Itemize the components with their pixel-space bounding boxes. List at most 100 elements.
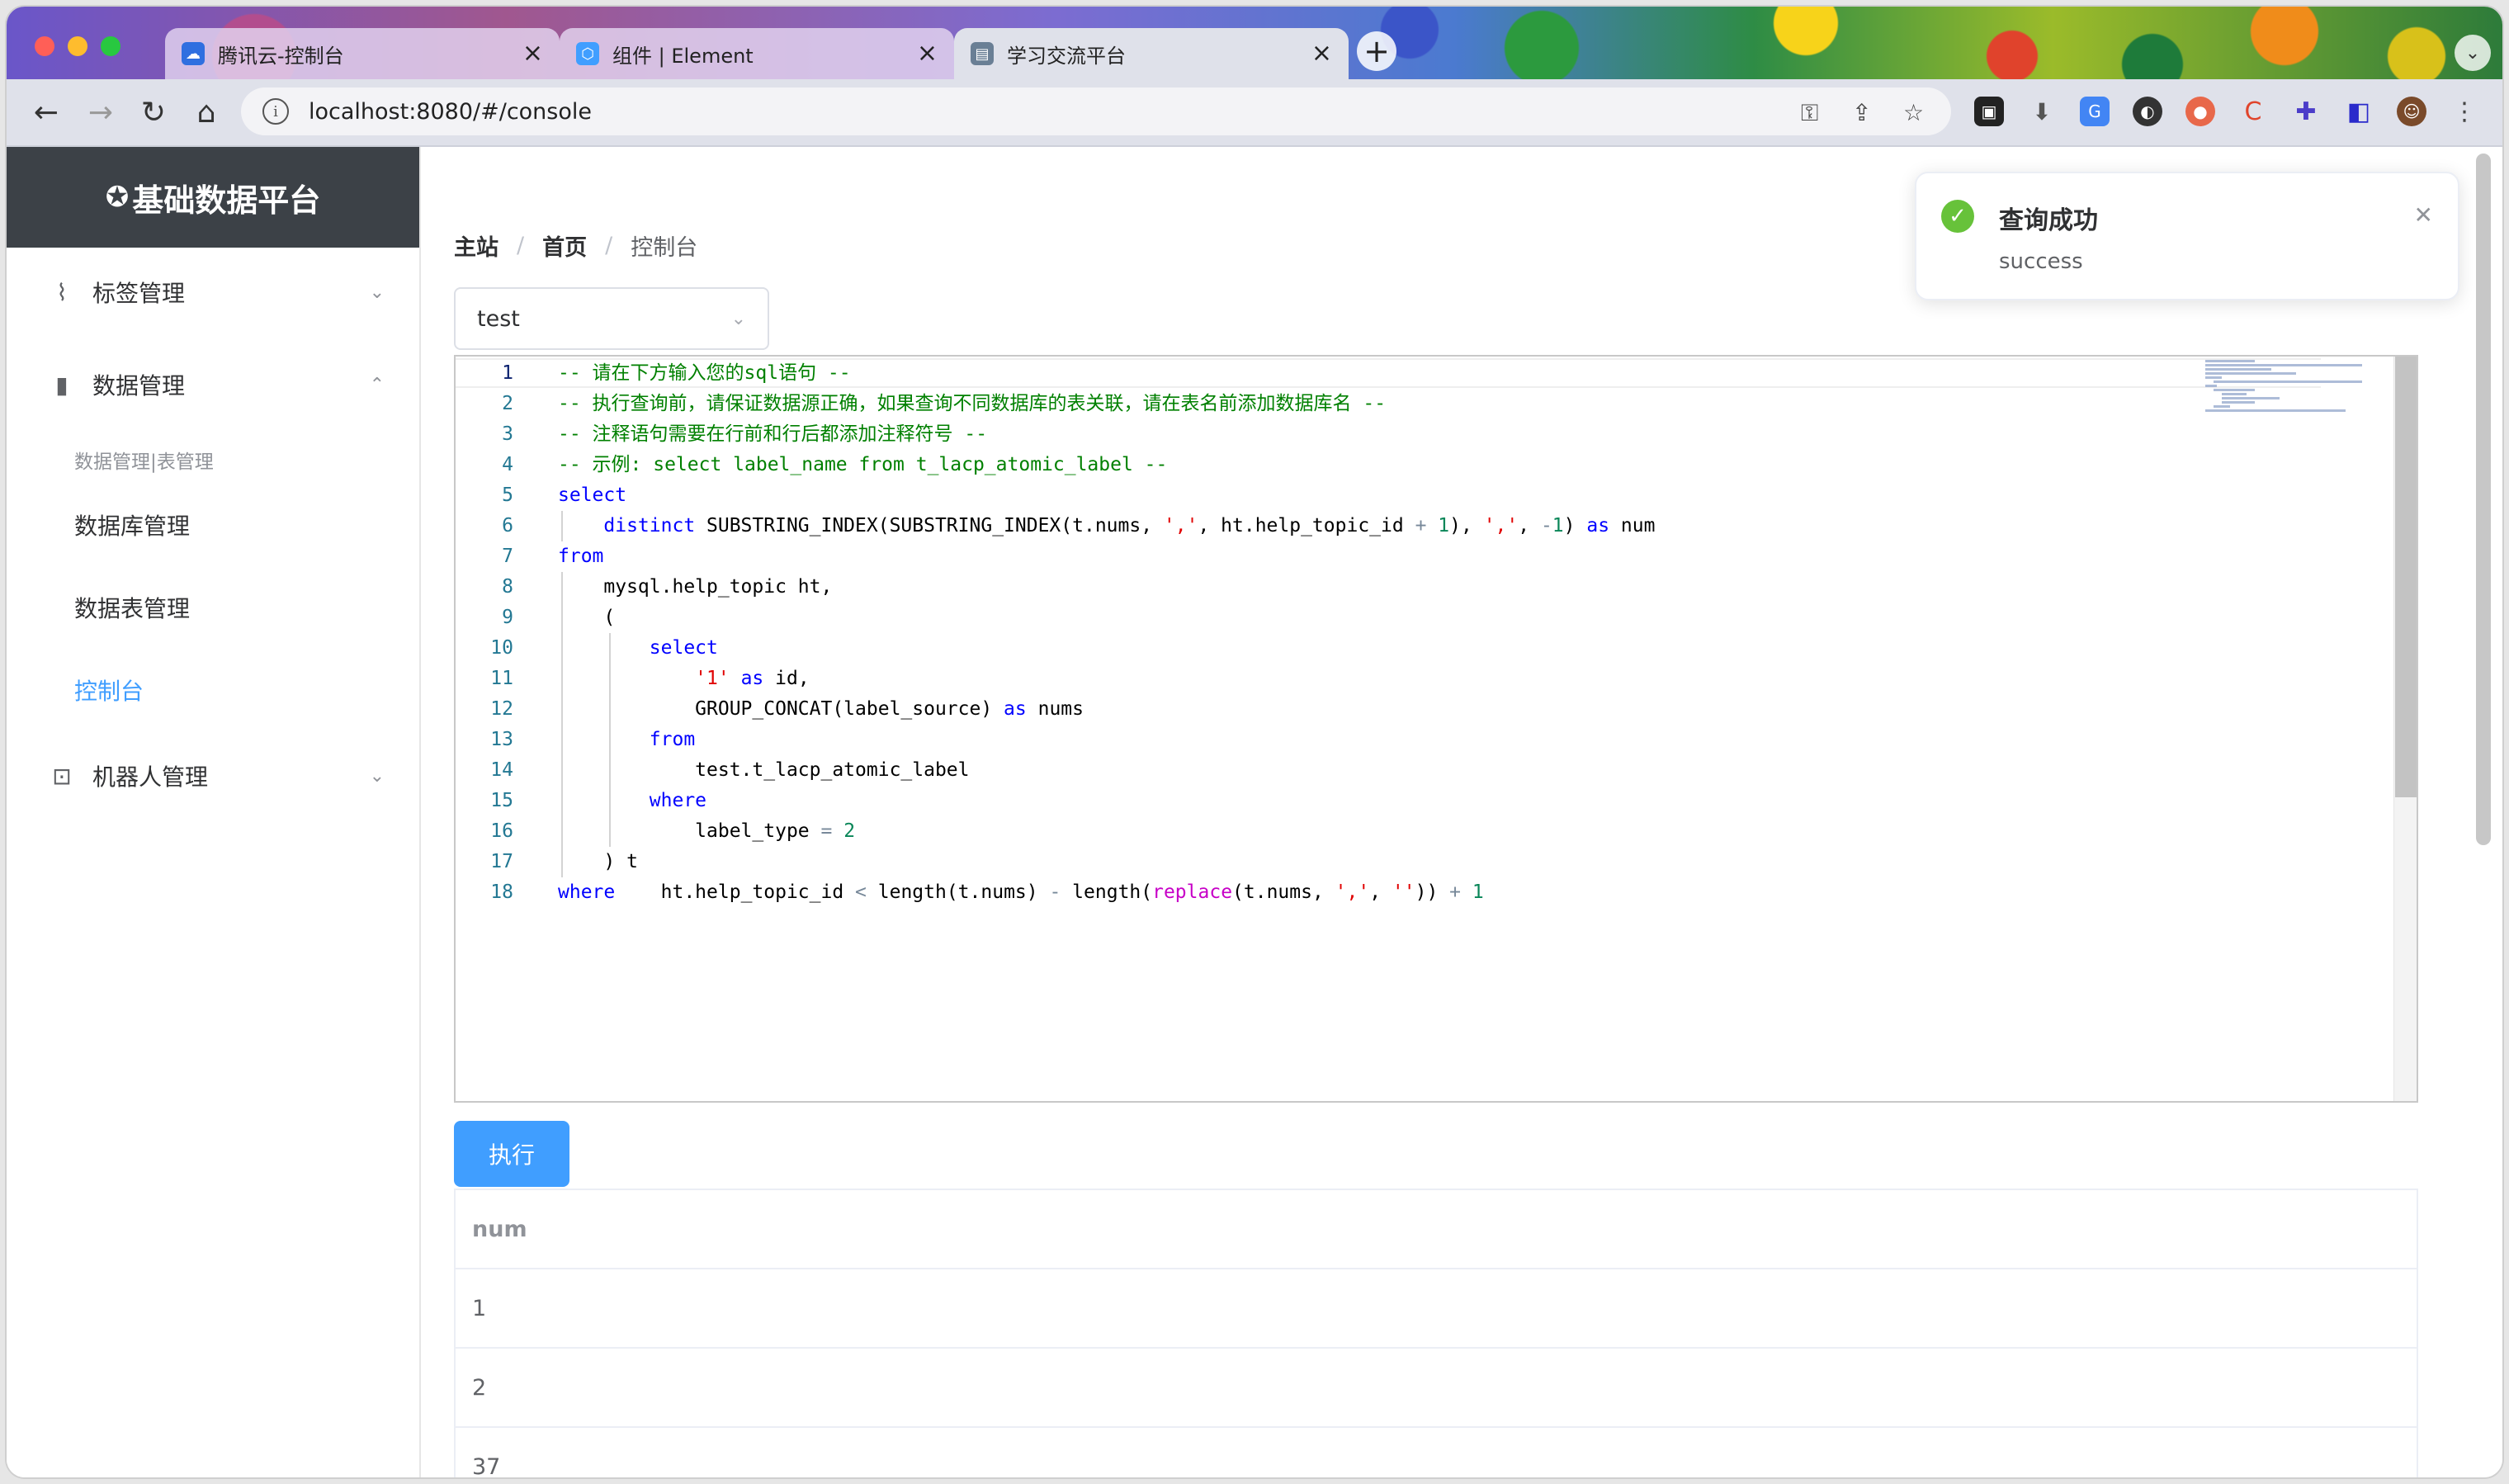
menu-group-robot-management[interactable]: ⊡ 机器人管理 ⌄ — [7, 743, 419, 809]
code-text[interactable]: test.t_lacp_atomic_label — [558, 755, 969, 785]
sidebar-item-console[interactable]: 控制台 — [74, 673, 144, 707]
menu-item-group-title: 数据管理|表管理 — [74, 451, 214, 473]
side-panel-icon[interactable]: ◧ — [2344, 97, 2374, 126]
code-text[interactable]: -- 请在下方输入您的sql语句 -- — [558, 360, 851, 386]
close-tab-icon[interactable]: × — [917, 41, 938, 66]
translate-extension-icon[interactable]: G — [2080, 97, 2110, 126]
menu-group-data-management[interactable]: ▮ 数据管理 ⌃ — [7, 352, 419, 418]
code-text[interactable]: -- 执行查询前，请保证数据源正确，如果查询不同数据库的表关联，请在表名前添加数… — [558, 389, 1386, 418]
download-icon[interactable]: ⬇ — [2027, 97, 2057, 126]
breadcrumb-separator: / — [517, 233, 525, 258]
line-number: 11 — [490, 668, 513, 689]
code-text[interactable]: '1' as id, — [558, 664, 810, 693]
code-line[interactable]: 11 '1' as id, — [456, 664, 2321, 693]
main-content: 主站 / 首页 / 控制台 test ⌄ 1 -- 请在下方输入您的sql语句 -… — [419, 147, 2502, 1477]
code-line[interactable]: 18 where ht.help_topic_id < length(t.nums… — [456, 877, 2321, 907]
line-number: 4 — [502, 454, 513, 475]
code-text[interactable]: ) t — [558, 847, 638, 877]
code-text[interactable]: -- 注释语句需要在行前和行后都添加注释符号 -- — [558, 419, 987, 449]
editor-scrollbar-thumb[interactable] — [2395, 357, 2417, 797]
code-line[interactable]: 7 from — [456, 541, 2321, 571]
breadcrumb-item-main-site[interactable]: 主站 — [454, 229, 498, 262]
close-window-button[interactable] — [35, 36, 54, 56]
execute-button[interactable]: 执行 — [454, 1121, 569, 1187]
code-text[interactable]: label_type = 2 — [558, 816, 855, 846]
minimize-window-button[interactable] — [68, 36, 87, 56]
code-text[interactable]: where ht.help_topic_id < length(t.nums) … — [558, 877, 1484, 907]
site-info-icon[interactable]: i — [262, 98, 289, 125]
tab-search-chevron-icon[interactable]: ⌄ — [2455, 35, 2491, 71]
tab-title: 腾讯云-控制台 — [218, 44, 344, 68]
code-text[interactable]: from — [558, 725, 695, 754]
code-line[interactable]: 10 select — [456, 633, 2321, 663]
chevron-up-icon: ⌃ — [369, 374, 385, 395]
profile-avatar[interactable]: ☺ — [2397, 97, 2426, 126]
browser-window: ☁ 腾讯云-控制台 × ⬡ 组件 | Element × ▤ 学习交流平台 × … — [7, 7, 2502, 1477]
home-icon[interactable]: ⌂ — [188, 94, 224, 130]
code-line[interactable]: 1 -- 请在下方输入您的sql语句 -- — [456, 358, 2321, 388]
code-text[interactable]: ( — [558, 603, 615, 632]
line-number: 8 — [502, 576, 513, 598]
code-text[interactable]: mysql.help_topic ht, — [558, 572, 832, 602]
sql-editor[interactable]: 1 -- 请在下方输入您的sql语句 -- 2 -- 执行查询前，请保证数据源正确，如… — [454, 355, 2418, 1103]
share-icon[interactable]: ⇪ — [1852, 99, 1871, 126]
code-line[interactable]: 15 where — [456, 786, 2321, 815]
browser-tab-element[interactable]: ⬡ 组件 | Element × — [560, 28, 954, 79]
notification-message: success — [1999, 249, 2083, 274]
maximize-window-button[interactable] — [101, 36, 120, 56]
line-number: 12 — [490, 698, 513, 720]
sidebar-item-database[interactable]: 数据库管理 — [74, 508, 190, 541]
close-tab-icon[interactable]: × — [1311, 41, 1332, 66]
code-text[interactable]: GROUP_CONCAT(label_source) as nums — [558, 694, 1084, 724]
code-text[interactable]: select — [558, 480, 626, 510]
code-line[interactable]: 2 -- 执行查询前，请保证数据源正确，如果查询不同数据库的表关联，请在表名前添加… — [456, 389, 2321, 418]
tencent-cloud-icon: ☁ — [182, 42, 205, 65]
code-line[interactable]: 16 label_type = 2 — [456, 816, 2321, 846]
code-text[interactable]: select — [558, 633, 718, 663]
close-icon[interactable]: ✕ — [2414, 201, 2433, 229]
code-line[interactable]: 3 -- 注释语句需要在行前和行后都添加注释符号 -- — [456, 419, 2321, 449]
robot-icon: ⊡ — [52, 762, 72, 790]
code-line[interactable]: 17 ) t — [456, 847, 2321, 877]
extension-record-icon[interactable]: ● — [2185, 97, 2215, 126]
line-number: 9 — [502, 607, 513, 628]
extension-glasses-icon[interactable]: ▣ — [1974, 97, 2004, 126]
browser-menu-icon[interactable]: ⋮ — [2450, 97, 2479, 126]
key-icon[interactable]: ⚿ — [1801, 99, 1818, 127]
extension-circle-icon[interactable]: ◐ — [2133, 97, 2162, 126]
bookmark-star-icon[interactable]: ☆ — [1903, 99, 1924, 126]
sidebar-item-table[interactable]: 数据表管理 — [74, 591, 190, 624]
code-line[interactable]: 12 GROUP_CONCAT(label_source) as nums — [456, 694, 2321, 724]
code-line[interactable]: 14 test.t_lacp_atomic_label — [456, 755, 2321, 785]
extension-c-icon[interactable]: C — [2238, 97, 2268, 126]
close-tab-icon[interactable]: × — [522, 41, 543, 66]
new-tab-button[interactable]: + — [1357, 31, 1396, 71]
datasource-select[interactable]: test ⌄ — [454, 287, 769, 350]
code-line[interactable]: 5 select — [456, 480, 2321, 510]
extensions-puzzle-icon[interactable]: ✚ — [2291, 97, 2321, 126]
breadcrumb-item-console: 控制台 — [631, 235, 698, 261]
code-text[interactable]: -- 示例: select label_name from t_lacp_ato… — [558, 450, 1167, 480]
page-scrollbar[interactable] — [2476, 154, 2491, 845]
editor-minimap[interactable] — [2205, 360, 2370, 426]
back-arrow-icon[interactable]: ← — [28, 94, 64, 130]
code-text[interactable]: distinct SUBSTRING_INDEX(SUBSTRING_INDEX… — [558, 511, 1655, 541]
breadcrumb-item-home[interactable]: 首页 — [542, 229, 587, 262]
browser-tab-learning-platform[interactable]: ▤ 学习交流平台 × — [954, 28, 1349, 79]
forward-arrow-icon[interactable]: → — [83, 94, 119, 130]
browser-tab-tencent-cloud[interactable]: ☁ 腾讯云-控制台 × — [165, 28, 560, 79]
code-text[interactable]: from — [558, 541, 603, 571]
paperclip-icon: ⌇ — [56, 278, 68, 306]
code-text[interactable]: where — [558, 786, 706, 815]
code-line[interactable]: 6 distinct SUBSTRING_INDEX(SUBSTRING_IND… — [456, 511, 2321, 541]
reload-icon[interactable]: ↻ — [135, 94, 172, 130]
code-line[interactable]: 4 -- 示例: select label_name from t_lacp_at… — [456, 450, 2321, 480]
line-number: 15 — [490, 790, 513, 811]
line-number: 17 — [490, 851, 513, 872]
address-bar[interactable]: i localhost:8080/#/console ⚿ ⇪ ☆ — [241, 87, 1951, 135]
code-line[interactable]: 9 ( — [456, 603, 2321, 632]
url-text[interactable]: localhost:8080/#/console — [309, 99, 592, 125]
code-line[interactable]: 8 mysql.help_topic ht, — [456, 572, 2321, 602]
code-line[interactable]: 13 from — [456, 725, 2321, 754]
menu-group-tag-management[interactable]: ⌇ 标签管理 ⌄ — [7, 259, 419, 325]
